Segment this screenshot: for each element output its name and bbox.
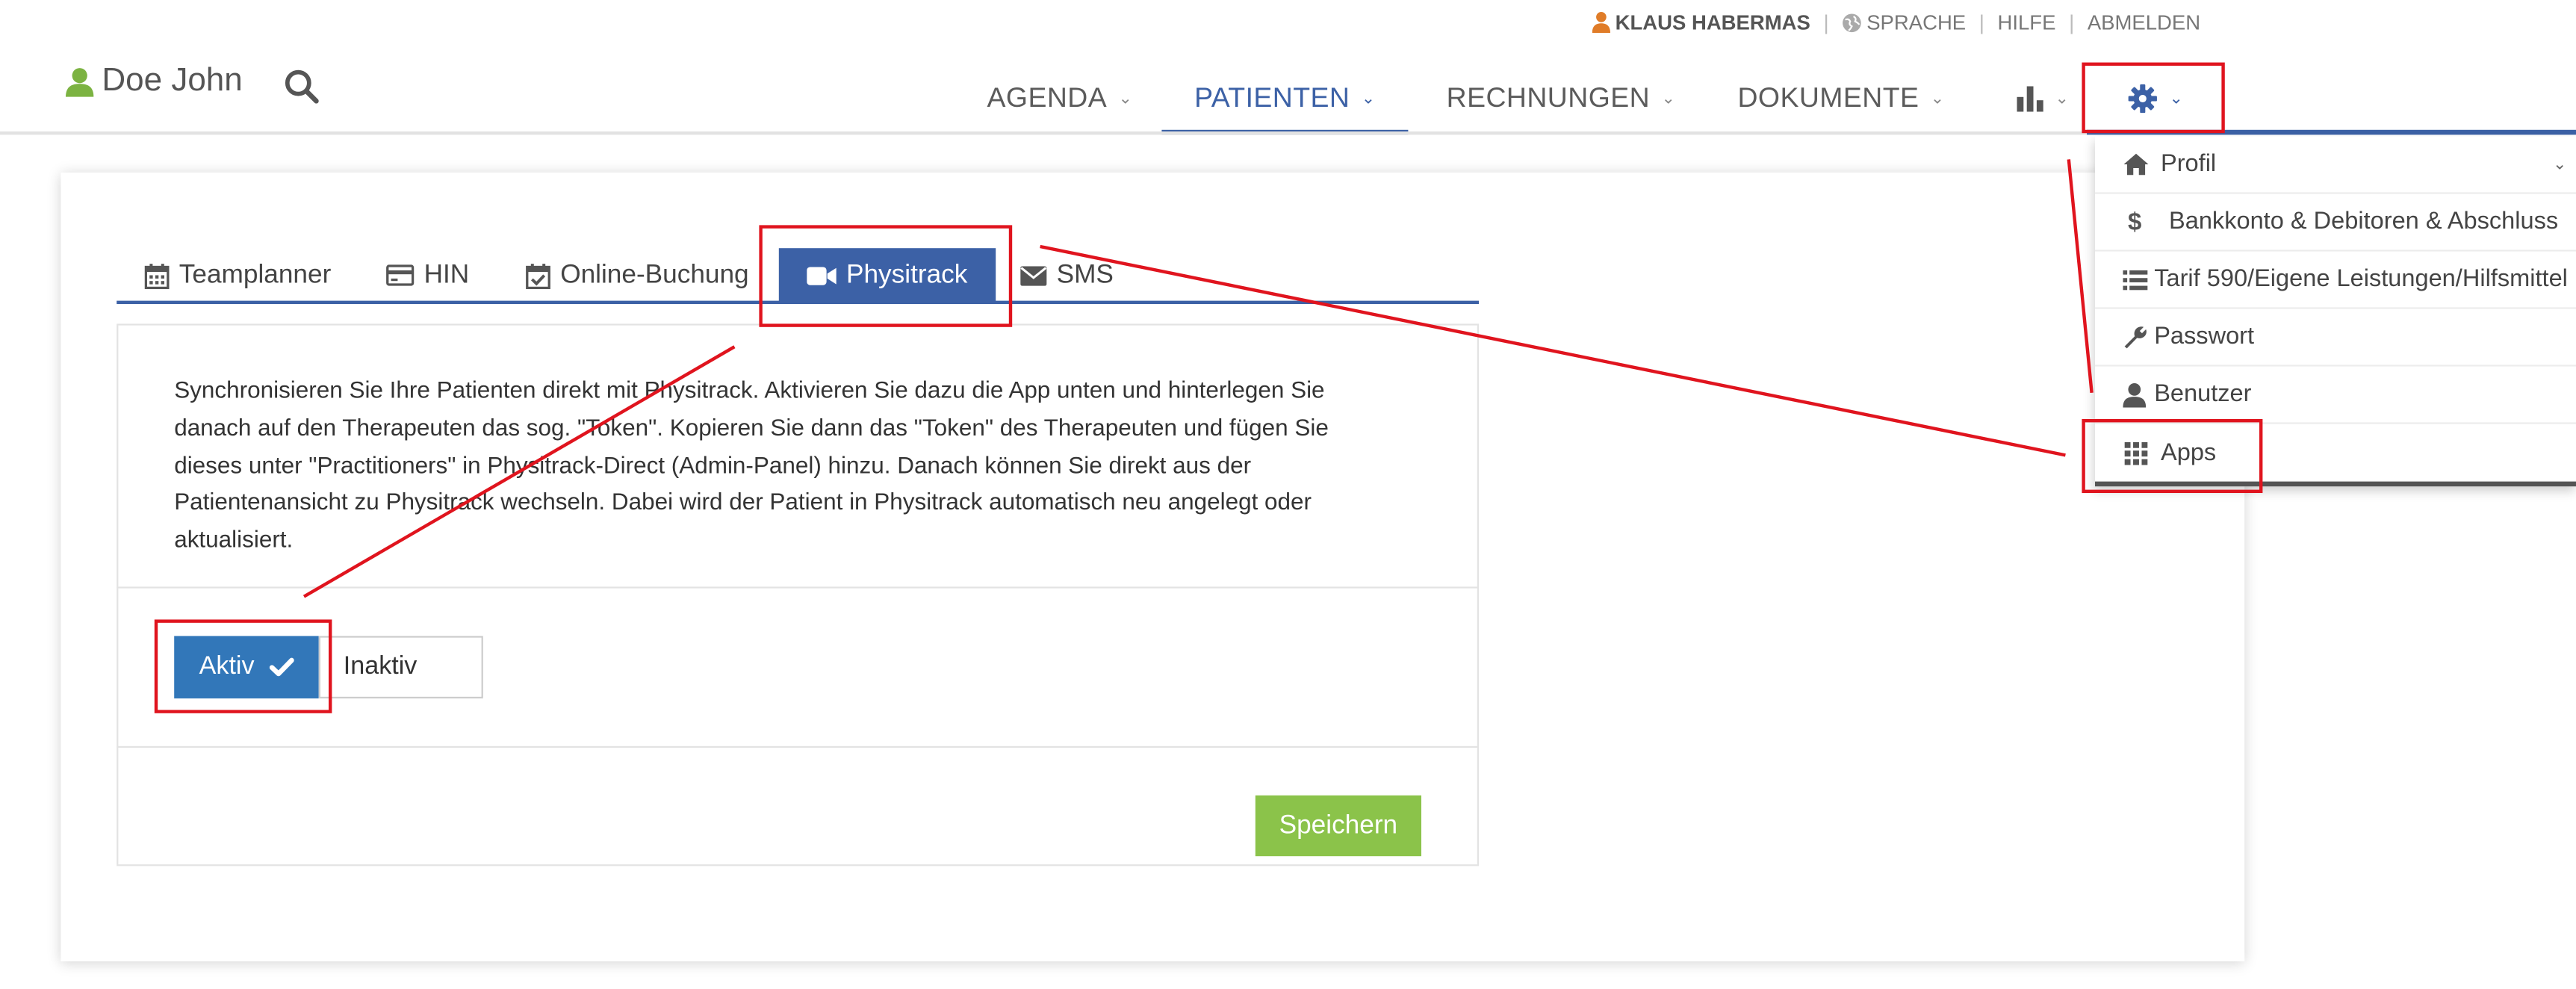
nav-dokumente-label: DOKUMENTE [1737, 82, 1919, 114]
tab-physitrack[interactable]: Physitrack [778, 248, 996, 303]
menu-item-label: Tarif 590/Eigene Leistungen/Hilfsmittel [2154, 266, 2568, 293]
chevron-down-icon: ⌄ [2169, 89, 2184, 108]
user-link[interactable]: KLAUS HABERMAS [1592, 11, 1810, 34]
chevron-down-icon: ⌄ [2552, 156, 2567, 175]
menu-item-apps[interactable]: Apps [2095, 424, 2576, 482]
chevron-down-icon: ⌄ [1930, 89, 1945, 108]
tab-label: Physitrack [846, 260, 968, 289]
section-divider [117, 586, 1480, 589]
separator: | [1978, 11, 1984, 35]
grid-icon [2124, 441, 2148, 465]
nav-rechnungen-label: RECHNUNGEN [1446, 82, 1651, 114]
user-icon [1592, 12, 1610, 33]
tab-label: Online-Buchung [560, 260, 749, 289]
chevron-down-icon: ⌄ [1661, 89, 1676, 108]
menu-item-label: Benutzer [2154, 381, 2252, 408]
wrench-icon [2124, 326, 2147, 348]
dollar-icon: $ [2128, 208, 2142, 236]
calendar-check-icon [526, 262, 550, 288]
menu-item-label: Bankkonto & Debitoren & Abschluss [2169, 208, 2559, 235]
home-icon [2123, 153, 2149, 176]
nav-rechnungen[interactable]: RECHNUNGEN ⌄ [1430, 66, 1692, 131]
menu-item-label: Profil [2161, 151, 2217, 178]
tab-sms[interactable]: SMS [1020, 248, 1114, 303]
tab-hin[interactable]: HIN [386, 248, 469, 303]
nav-statistics[interactable]: ⌄ [2002, 66, 2084, 131]
nav-agenda[interactable]: AGENDA ⌄ [971, 66, 1149, 131]
tab-label: SMS [1056, 260, 1114, 289]
menu-item-profil[interactable]: Profil ⌄ [2095, 137, 2576, 194]
user-name: KLAUS HABERMAS [1615, 11, 1810, 35]
inaktiv-label: Inaktiv [343, 652, 418, 680]
tab-label: HIN [423, 260, 470, 289]
aktiv-label: Aktiv [199, 652, 255, 680]
tabs-underline [117, 300, 1480, 304]
user-icon [2123, 382, 2147, 407]
app-root: KLAUS HABERMAS | SPRACHE | HILFE | ABMEL… [0, 0, 2576, 989]
chevron-down-icon: ⌄ [2055, 89, 2070, 108]
menu-item-passwort[interactable]: Passwort [2095, 309, 2576, 367]
list-icon [2123, 269, 2148, 290]
separator: | [1823, 11, 1829, 35]
current-patient[interactable]: Doe John [66, 63, 243, 101]
separator: | [2069, 11, 2075, 35]
video-camera-icon [807, 266, 837, 285]
language-label: SPRACHE [1866, 11, 1967, 35]
tab-online-buchung[interactable]: Online-Buchung [526, 248, 749, 303]
save-button[interactable]: Speichern [1255, 795, 1421, 857]
aktiv-toggle-button[interactable]: Aktiv [174, 636, 319, 698]
tab-label: Teamplanner [179, 260, 332, 289]
patient-user-icon [66, 66, 94, 96]
top-links: KLAUS HABERMAS | SPRACHE | HILFE | ABMEL… [1592, 10, 2200, 36]
help-link[interactable]: HILFE [1998, 11, 2056, 34]
gear-icon [2129, 84, 2158, 114]
chevron-down-icon: ⌄ [1361, 89, 1376, 108]
apps-tabs: Teamplanner HIN Online-Buchung Physitrac… [117, 248, 1479, 306]
nav-agenda-label: AGENDA [987, 82, 1108, 114]
search-icon[interactable] [285, 69, 319, 111]
nav-patienten[interactable]: PATIENTEN ⌄ [1161, 66, 1409, 135]
menu-item-label: Apps [2161, 439, 2217, 466]
envelope-icon [1020, 265, 1047, 285]
settings-dropdown: Profil ⌄ $ Bankkonto & Debitoren & Absch… [2095, 136, 2576, 487]
menu-item-benutzer[interactable]: Benutzer [2095, 367, 2576, 424]
globe-icon [1843, 13, 1861, 33]
nav-settings[interactable]: ⌄ [2110, 66, 2202, 131]
section-divider [117, 745, 1480, 748]
menu-item-label: Passwort [2154, 323, 2255, 350]
chevron-down-icon: ⌄ [1118, 89, 1133, 108]
calendar-icon [144, 262, 170, 288]
inaktiv-toggle-button[interactable]: Inaktiv [318, 636, 483, 698]
bar-chart-icon [2016, 86, 2043, 112]
settings-active-underline [2087, 129, 2576, 135]
menu-item-bankkonto[interactable]: $ Bankkonto & Debitoren & Abschluss [2095, 194, 2576, 252]
menu-item-tarif[interactable]: Tarif 590/Eigene Leistungen/Hilfsmittel [2095, 252, 2576, 309]
check-icon [269, 657, 294, 677]
language-link[interactable]: SPRACHE [1842, 11, 1966, 34]
nav-dokumente[interactable]: DOKUMENTE ⌄ [1722, 66, 1961, 131]
physitrack-description: Synchronisieren Sie Ihre Patienten direk… [174, 378, 1329, 554]
card-icon [386, 264, 415, 286]
logout-link[interactable]: ABMELDEN [2088, 11, 2200, 34]
tab-teamplanner[interactable]: Teamplanner [144, 248, 332, 303]
nav-patienten-label: PATIENTEN [1194, 82, 1350, 114]
patient-name: Doe John [102, 62, 243, 99]
